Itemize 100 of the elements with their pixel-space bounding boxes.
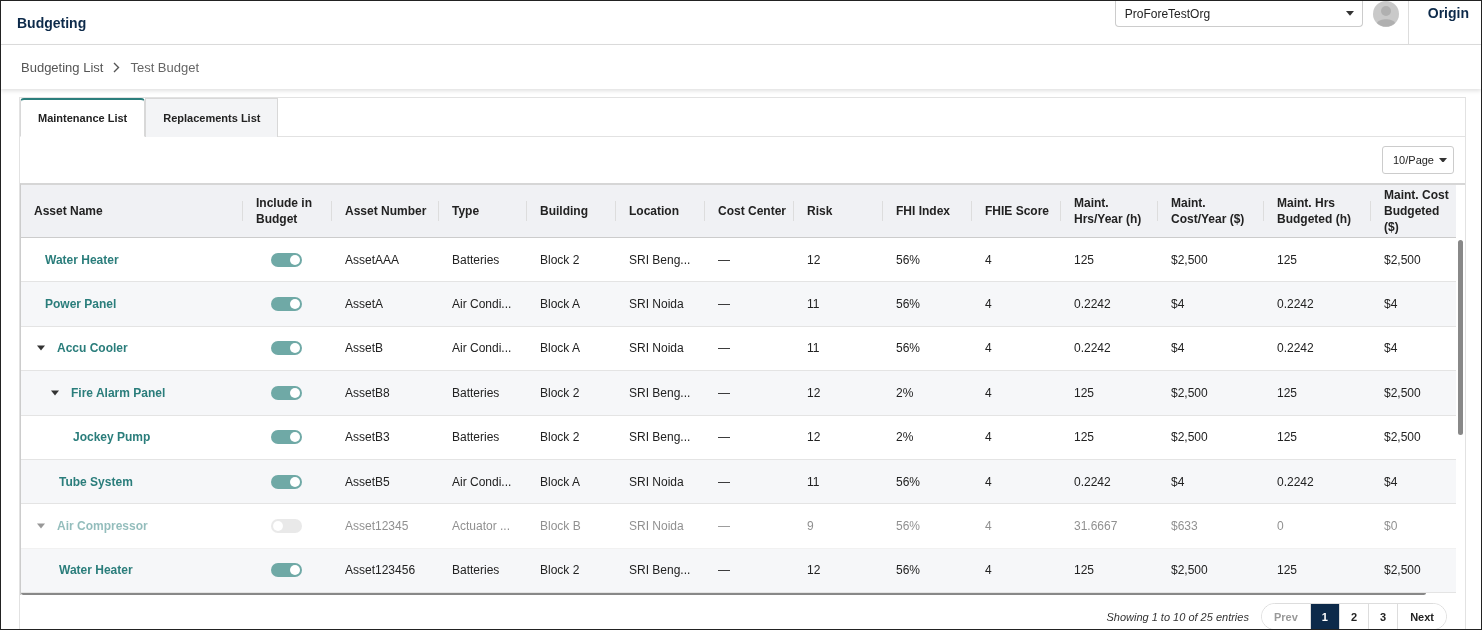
caret-down-icon	[1439, 157, 1447, 163]
table-cell-text: $4	[1383, 341, 1399, 356]
table-cell-text: 12	[806, 252, 822, 267]
table-cell-text: Actuator ...	[451, 519, 512, 534]
table-cell-text: Block 2	[539, 252, 581, 267]
org-select[interactable]: ProForeTestOrg	[1114, 1, 1363, 27]
caret-down-icon	[51, 388, 59, 397]
table-cell-text: 56%	[895, 474, 922, 489]
table-cell-text: 4	[984, 519, 993, 534]
table-cell-text: AssetB5	[344, 474, 391, 489]
include-toggle[interactable]	[271, 341, 302, 356]
column-header: Maint. Cost Budgeted ($)	[1384, 187, 1450, 235]
table-cell-text: $4	[1383, 474, 1399, 489]
table-cell-text: 4	[984, 297, 993, 312]
table-cell-text: SRI Noida	[628, 474, 685, 489]
table-cell-text: 56%	[895, 341, 922, 356]
table-cell-text: $2,500	[1383, 430, 1422, 445]
table-cell-text: 56%	[895, 252, 922, 267]
table-cell-text: Block B	[539, 519, 582, 534]
page-size-select[interactable]: 10/Page	[1382, 146, 1454, 174]
table-cell-text: $4	[1170, 341, 1186, 356]
table-cell-text: $2,500	[1170, 563, 1209, 578]
column-header: Include in Budget	[256, 195, 313, 227]
table-cell-text: —	[717, 252, 731, 267]
breadcrumb-item[interactable]: Budgeting List	[21, 59, 104, 75]
table-cell-text: Asset12345	[344, 519, 410, 534]
horizontal-scrollbar[interactable]	[21, 590, 1426, 596]
column-header: FHI Index	[896, 203, 950, 219]
caret-down-icon	[1345, 11, 1354, 16]
table-cell-text: 125	[1276, 252, 1299, 267]
chevron-right-icon	[113, 61, 121, 73]
vertical-scrollbar[interactable]	[1458, 240, 1463, 435]
table-cell-text: Asset123456	[344, 563, 417, 578]
column-header: Maint. Hrs/Year (h)	[1074, 195, 1143, 227]
asset-link[interactable]: Water Heater	[45, 252, 119, 267]
breadcrumb-item: Test Budget	[130, 59, 200, 75]
table-cell-text: 125	[1276, 430, 1299, 445]
table-cell-text: AssetB8	[344, 385, 391, 400]
table-cell-text: 4	[984, 252, 993, 267]
table-cell-text: 4	[984, 563, 993, 578]
table-cell-text: 125	[1073, 430, 1096, 445]
table-cell-text: Block 2	[539, 563, 581, 578]
table-cell-text: $4	[1383, 297, 1399, 312]
table-cell-text: 9	[806, 519, 815, 534]
avatar-icon[interactable]	[1372, 1, 1399, 27]
table-cell-text: 125	[1276, 563, 1299, 578]
include-toggle[interactable]	[271, 563, 302, 578]
include-toggle[interactable]	[271, 385, 302, 400]
table-cell-text: Block A	[539, 297, 582, 312]
include-toggle[interactable]	[271, 252, 302, 267]
table-cell-text: $4	[1170, 474, 1186, 489]
table-cell-text: —	[717, 474, 731, 489]
column-header: Risk	[807, 203, 833, 219]
page-button[interactable]: 1	[1309, 604, 1339, 629]
next-button[interactable]: Next	[1397, 604, 1446, 629]
table-cell-text: 125	[1073, 563, 1096, 578]
table-cell-text: SRI Beng...	[628, 430, 692, 445]
asset-link[interactable]: Fire Alarm Panel	[71, 385, 166, 400]
tab[interactable]: Maintenance List	[20, 98, 146, 137]
table-cell-text: 0.2242	[1073, 474, 1112, 489]
column-header: Cost Center	[718, 203, 786, 219]
include-toggle[interactable]	[271, 474, 302, 489]
table-cell-text: AssetA	[344, 297, 384, 312]
table-cell-text: 4	[984, 341, 993, 356]
column-header: Maint. Cost/Year ($)	[1171, 195, 1246, 227]
tab[interactable]: Replacements List	[145, 98, 279, 137]
column-header: Asset Number	[345, 203, 427, 219]
table-cell-text: SRI Noida	[628, 341, 685, 356]
asset-link[interactable]: Power Panel	[45, 297, 117, 312]
table-cell-text: Block A	[539, 474, 582, 489]
table-cell-text: 125	[1276, 385, 1299, 400]
table-cell-text: Block A	[539, 341, 582, 356]
table-cell-text: 125	[1073, 385, 1096, 400]
table-cell-text: SRI Beng...	[628, 385, 692, 400]
table-cell-text: —	[717, 297, 731, 312]
table-cell-text: 4	[984, 430, 993, 445]
table-cell-text: $2,500	[1170, 252, 1209, 267]
table-cell-text: AssetB3	[344, 430, 391, 445]
include-toggle[interactable]	[271, 430, 302, 445]
table-cell-text: 125	[1073, 252, 1096, 267]
asset-link[interactable]: Accu Cooler	[57, 341, 128, 356]
table-cell-text: 56%	[895, 297, 922, 312]
table-cell-text: AssetAAA	[344, 252, 401, 267]
table-cell-text: 0.2242	[1276, 474, 1315, 489]
asset-link[interactable]: Jockey Pump	[73, 430, 151, 445]
table-cell-text: 4	[984, 474, 993, 489]
caret-down-icon	[37, 522, 45, 531]
include-toggle[interactable]	[271, 297, 302, 312]
asset-link[interactable]: Tube System	[59, 474, 133, 489]
table-cell-text: 0.2242	[1073, 341, 1112, 356]
table-cell-text: 0.2242	[1276, 297, 1315, 312]
table-cell-text: 0.2242	[1276, 341, 1315, 356]
table-cell-text: Batteries	[451, 385, 501, 400]
table-cell-text: $2,500	[1383, 563, 1422, 578]
asset-link[interactable]: Water Heater	[59, 563, 133, 578]
user-name[interactable]: Origin	[1427, 5, 1469, 44]
table-cell-text: —	[717, 563, 731, 578]
table-cell-text: $2,500	[1170, 430, 1209, 445]
table-cell-text: Air Condi...	[451, 474, 513, 489]
table-cell-text: 0	[1276, 519, 1285, 534]
